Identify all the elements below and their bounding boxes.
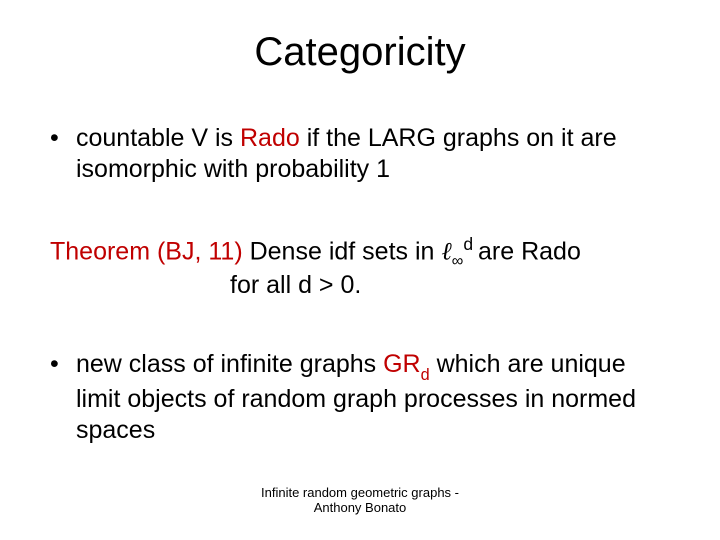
theorem-line-1: Theorem (BJ, 11) Dense idf sets in ℓ∞d a… (50, 234, 670, 271)
slide-footer: Infinite random geometric graphs - Antho… (0, 485, 720, 516)
slide-content: • countable V is Rado if the LARG graphs… (40, 123, 680, 446)
theorem-ell: ℓ (441, 238, 451, 265)
b3-red: GRd (383, 350, 430, 378)
theorem-sub: ∞ (452, 252, 464, 270)
b3-pre: new class of infinite graphs (76, 350, 383, 378)
b1-red: Rado (240, 124, 300, 152)
b1-pre: countable V is (76, 124, 240, 152)
bullet-dot-icon: • (50, 349, 76, 380)
theorem-sup: d (463, 234, 478, 254)
bullet-text-2: new class of infinite graphs GRd which a… (76, 349, 670, 446)
bullet-text-1: countable V is Rado if the LARG graphs o… (76, 123, 670, 186)
theorem-mid1: Dense idf sets in (243, 237, 442, 265)
footer-line-2: Anthony Bonato (0, 500, 720, 516)
slide: Categoricity • countable V is Rado if th… (0, 0, 720, 540)
slide-title: Categoricity (40, 30, 680, 75)
b3-red-sub: d (421, 366, 430, 384)
theorem-mid2: are Rado (478, 237, 581, 265)
theorem-line-2: for all d > 0. (50, 270, 670, 301)
b3-red-main: GR (383, 350, 421, 378)
bullet-item-2: • new class of infinite graphs GRd which… (50, 349, 670, 446)
bullet-item-1: • countable V is Rado if the LARG graphs… (50, 123, 670, 186)
theorem: Theorem (BJ, 11) Dense idf sets in ℓ∞d a… (50, 234, 670, 302)
footer-line-1: Infinite random geometric graphs - (0, 485, 720, 501)
theorem-label: Theorem (BJ, 11) (50, 237, 243, 265)
bullet-dot-icon: • (50, 123, 76, 154)
